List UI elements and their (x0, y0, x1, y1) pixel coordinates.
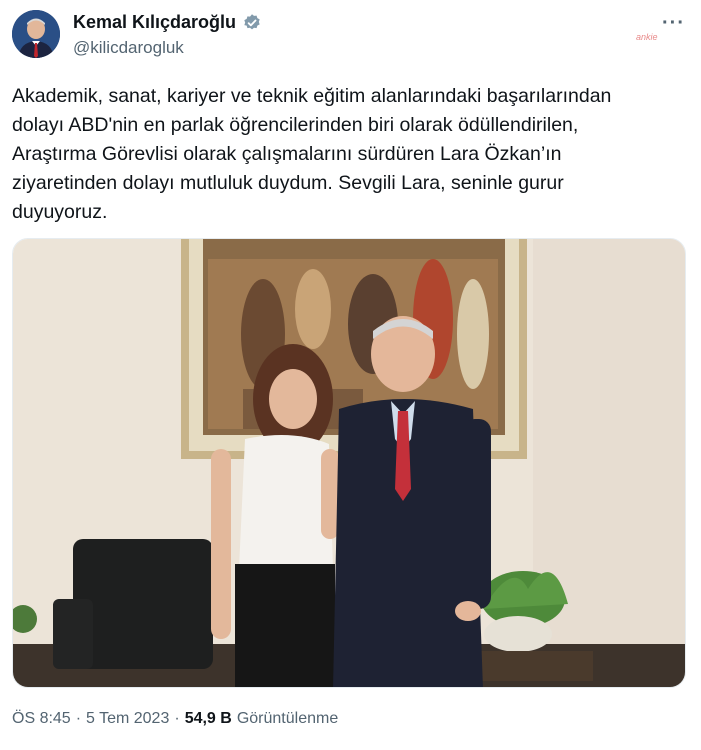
tweet-line: duyuyoruz. (12, 201, 108, 223)
tweet-text: Akademik, sanat, kariyer ve teknik eğiti… (12, 82, 682, 227)
tweet-time[interactable]: ÖS 8:45 (12, 710, 71, 728)
tweet-line: Araştırma Görevlisi olarak çalışmalarını… (12, 143, 562, 165)
views-label: Görüntülenme (236, 710, 339, 727)
tweet-date[interactable]: 5 Tem 2023 (86, 710, 169, 728)
author-name[interactable]: Kemal Kılıçdaroğlu (73, 12, 236, 33)
author-handle[interactable]: @kilicdarogluk (73, 38, 184, 58)
photo-image (13, 239, 685, 687)
verified-badge-icon[interactable] (242, 13, 262, 33)
separator: · (75, 710, 82, 727)
watermark-logo: ankie (636, 32, 658, 42)
avatar-image (12, 10, 60, 58)
tweet-photo[interactable] (12, 238, 686, 688)
separator: · (174, 710, 180, 727)
tweet-line: Akademik, sanat, kariyer ve teknik eğiti… (12, 85, 612, 107)
more-options-button[interactable]: ··· (662, 12, 685, 35)
views-count: 54,9 B (184, 710, 232, 727)
tweet-line: ziyaretinden dolayı mutluluk duydum. Sev… (12, 172, 564, 194)
author-name-row: Kemal Kılıçdaroğlu (73, 12, 262, 33)
tweet-line: dolayı ABD'nin en parlak öğrencilerinden… (12, 114, 579, 136)
tweet-meta: ÖS 8:45 · 5 Tem 2023 · 54,9 B Görüntülen… (12, 710, 338, 728)
avatar[interactable] (12, 10, 60, 58)
